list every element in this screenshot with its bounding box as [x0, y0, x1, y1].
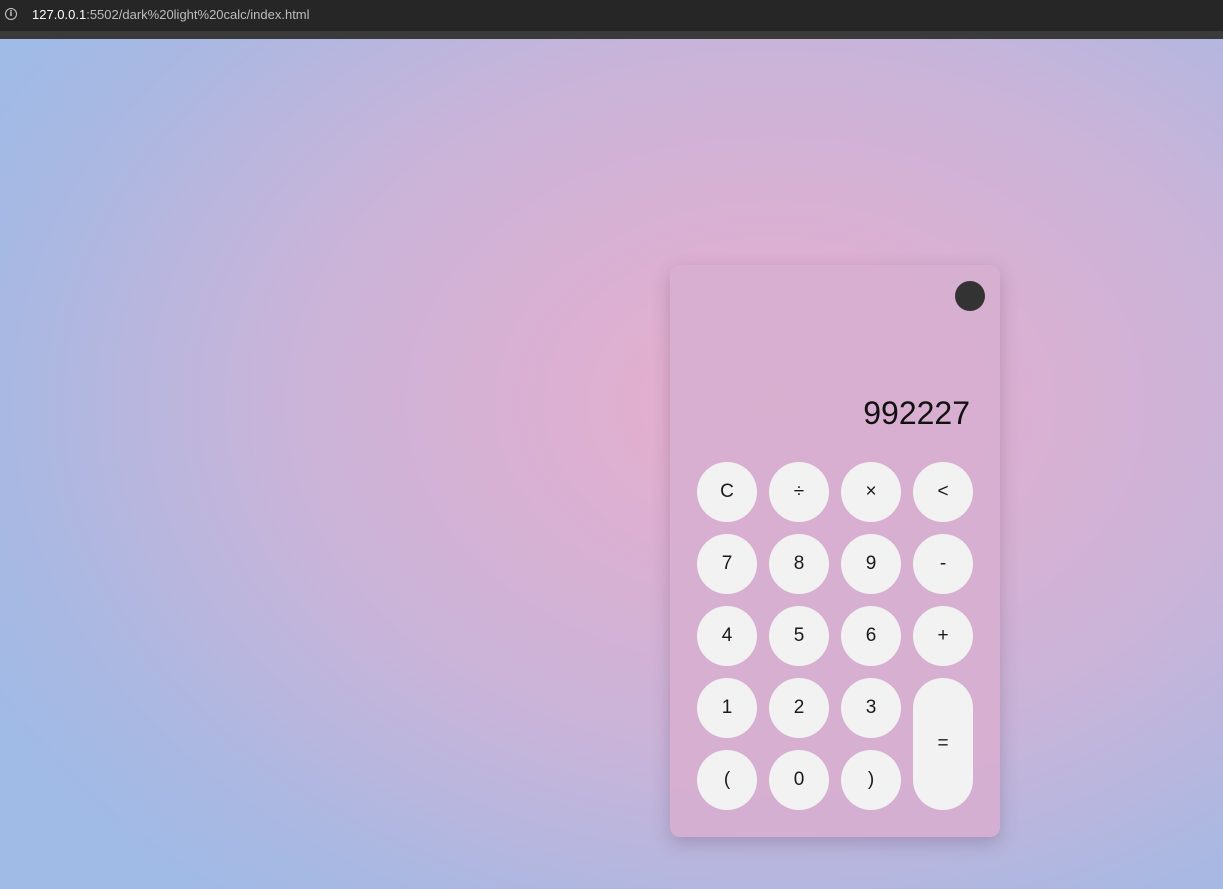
plus-button[interactable]: + — [913, 606, 973, 666]
address-url[interactable]: 127.0.0.1:5502/dark%20light%20calc/index… — [32, 7, 310, 22]
digit-0-button[interactable]: 0 — [769, 750, 829, 810]
digit-2-button[interactable]: 2 — [769, 678, 829, 738]
digit-5-button[interactable]: 5 — [769, 606, 829, 666]
digit-6-button[interactable]: 6 — [841, 606, 901, 666]
page-viewport: 992227 C ÷ × < 7 8 9 - 4 5 6 + 1 2 3 = (… — [0, 39, 1223, 889]
digit-1-button[interactable]: 1 — [697, 678, 757, 738]
backspace-button[interactable]: < — [913, 462, 973, 522]
digit-7-button[interactable]: 7 — [697, 534, 757, 594]
divide-button[interactable]: ÷ — [769, 462, 829, 522]
browser-address-bar[interactable]: i 127.0.0.1:5502/dark%20light%20calc/ind… — [0, 0, 1223, 31]
equals-button[interactable]: = — [913, 678, 973, 810]
clear-button[interactable]: C — [697, 462, 757, 522]
open-paren-button[interactable]: ( — [697, 750, 757, 810]
info-icon[interactable]: i — [5, 8, 17, 20]
theme-toggle-button[interactable] — [955, 281, 985, 311]
calculator: 992227 C ÷ × < 7 8 9 - 4 5 6 + 1 2 3 = (… — [670, 265, 1000, 837]
digit-3-button[interactable]: 3 — [841, 678, 901, 738]
url-host: 127.0.0.1 — [32, 7, 87, 22]
calculator-display: 992227 — [863, 395, 970, 431]
digit-9-button[interactable]: 9 — [841, 534, 901, 594]
minus-button[interactable]: - — [913, 534, 973, 594]
multiply-button[interactable]: × — [841, 462, 901, 522]
url-path: :5502/dark%20light%20calc/index.html — [86, 7, 310, 22]
close-paren-button[interactable]: ) — [841, 750, 901, 810]
browser-bar-edge — [0, 31, 1223, 39]
digit-4-button[interactable]: 4 — [697, 606, 757, 666]
digit-8-button[interactable]: 8 — [769, 534, 829, 594]
